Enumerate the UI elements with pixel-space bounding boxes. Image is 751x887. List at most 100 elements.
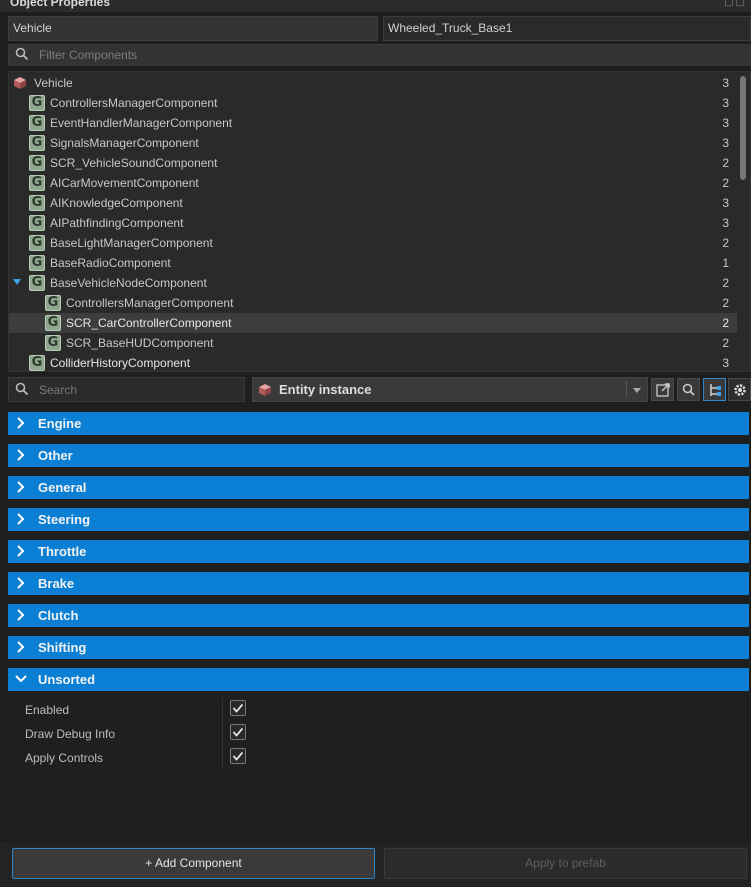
tree-item-label: SCR_BaseHUDComponent — [66, 336, 214, 350]
property-row-draw-debug-info: Draw Debug Info — [8, 721, 749, 745]
tree-item-label: ColliderHistoryComponent — [50, 356, 191, 370]
category-general[interactable]: General — [8, 476, 749, 499]
draw-debug-info-checkbox[interactable] — [230, 724, 246, 740]
tree-item-count: 2 — [722, 316, 729, 330]
category-label: Throttle — [38, 544, 87, 559]
property-row-enabled: Enabled — [8, 697, 749, 721]
chevron-right-icon — [17, 513, 25, 525]
category-label: Clutch — [38, 608, 79, 623]
tree-item-count: 3 — [722, 216, 729, 230]
apply-to-prefab-button[interactable]: Apply to prefab — [384, 848, 747, 879]
gear-icon — [734, 384, 746, 396]
hierarchy-view-button[interactable] — [703, 378, 726, 401]
component-g-icon: G — [45, 295, 61, 311]
tree-item[interactable]: G AIKnowledgeComponent 3 — [9, 193, 737, 213]
tree-item-count: 3 — [722, 356, 729, 370]
tree-item-label: SCR_VehicleSoundComponent — [50, 156, 218, 170]
tree-item[interactable]: G BaseRadioComponent 1 — [9, 253, 737, 273]
category-label: Engine — [38, 416, 82, 431]
tree-item[interactable]: G BaseLightManagerComponent 2 — [9, 233, 737, 253]
expand-arrow-icon[interactable] — [13, 279, 21, 285]
filter-components-input[interactable] — [39, 47, 639, 63]
entity-instance-dropdown[interactable]: Entity instance — [252, 377, 648, 402]
column-divider — [222, 721, 223, 745]
chevron-down-icon[interactable] — [633, 388, 641, 393]
component-g-icon: G — [29, 195, 45, 211]
property-label: Enabled — [25, 703, 70, 717]
tree-item[interactable]: G AICarMovementComponent 2 — [9, 173, 737, 193]
tree-item[interactable]: G AIPathfindingComponent 3 — [9, 213, 737, 233]
component-g-icon: G — [29, 95, 45, 111]
add-component-button[interactable]: + Add Component — [12, 848, 375, 879]
bottom-action-bar: + Add Component Apply to prefab — [0, 842, 751, 887]
tree-item[interactable]: G ColliderHistoryComponent 3 — [9, 353, 737, 371]
tree-item-label: BaseRadioComponent — [50, 256, 171, 270]
tree-item-count: 2 — [722, 296, 729, 310]
search-icon — [15, 382, 29, 399]
component-g-icon: G — [29, 115, 45, 131]
component-g-icon: G — [29, 235, 45, 251]
search-button[interactable] — [677, 378, 700, 401]
tree-item-expandable[interactable]: G BaseVehicleNodeComponent 2 — [9, 273, 737, 293]
property-search-box[interactable] — [8, 377, 245, 402]
tree-item-count: 2 — [722, 156, 729, 170]
enabled-checkbox[interactable] — [230, 700, 246, 716]
tree-item-selected[interactable]: G SCR_CarControllerComponent 2 — [9, 313, 737, 333]
tree-item-label: AICarMovementComponent — [50, 176, 199, 190]
hierarchy-icon — [710, 384, 721, 396]
filter-components-box[interactable] — [8, 44, 751, 66]
tree-item[interactable]: G SCR_BaseHUDComponent 2 — [9, 333, 737, 353]
tree-item-label: ControllersManagerComponent — [50, 96, 218, 110]
tree-item-label: AIPathfindingComponent — [50, 216, 184, 230]
component-g-icon: G — [45, 315, 61, 331]
column-divider — [222, 745, 223, 769]
property-search-input[interactable] — [39, 382, 229, 398]
apply-controls-checkbox[interactable] — [230, 748, 246, 764]
category-label: Unsorted — [38, 672, 96, 687]
entity-instance-label: Entity instance — [279, 382, 372, 397]
entity-type-field[interactable]: Vehicle — [8, 16, 378, 41]
category-brake[interactable]: Brake — [8, 572, 749, 595]
checkmark-icon — [232, 727, 244, 737]
tree-item[interactable]: G EventHandlerManagerComponent 3 — [9, 113, 737, 133]
component-g-icon: G — [29, 215, 45, 231]
category-engine[interactable]: Engine — [8, 412, 749, 435]
tree-item-count: 2 — [722, 276, 729, 290]
category-label: Other — [38, 448, 73, 463]
category-other[interactable]: Other — [8, 444, 749, 467]
category-steering[interactable]: Steering — [8, 508, 749, 531]
tree-item-vehicle[interactable]: Vehicle 3 — [9, 73, 737, 93]
open-external-button[interactable] — [651, 378, 674, 401]
tree-item-label: SCR_CarControllerComponent — [66, 316, 232, 330]
tree-item-label: Vehicle — [34, 76, 73, 90]
search-icon — [682, 383, 695, 396]
entity-name-field[interactable]: Wheeled_Truck_Base1 — [383, 16, 751, 41]
settings-button[interactable] — [728, 378, 751, 401]
chevron-right-icon — [17, 577, 25, 589]
category-clutch[interactable]: Clutch — [8, 604, 749, 627]
tree-item-count: 3 — [722, 96, 729, 110]
category-throttle[interactable]: Throttle — [8, 540, 749, 563]
category-shifting[interactable]: Shifting — [8, 636, 749, 659]
scrollbar-thumb[interactable] — [740, 76, 746, 180]
tree-item-count: 1 — [722, 256, 729, 270]
tree-item[interactable]: G SignalsManagerComponent 3 — [9, 133, 737, 153]
dropdown-divider — [626, 381, 627, 398]
component-g-icon: G — [45, 335, 61, 351]
component-g-icon: G — [29, 175, 45, 191]
component-g-icon: G — [29, 355, 45, 371]
tree-item-label: SignalsManagerComponent — [50, 136, 199, 150]
tree-item[interactable]: G SCR_VehicleSoundComponent 2 — [9, 153, 737, 173]
chevron-right-icon — [17, 545, 25, 557]
tree-item[interactable]: G ControllersManagerComponent 3 — [9, 93, 737, 113]
column-divider — [222, 697, 223, 721]
window-controls-icon[interactable]: ▢▢ — [724, 0, 747, 8]
tree-item-label: BaseLightManagerComponent — [50, 236, 213, 250]
property-label: Draw Debug Info — [25, 727, 116, 741]
tree-scrollbar[interactable] — [738, 74, 748, 370]
category-unsorted[interactable]: Unsorted — [8, 668, 749, 691]
window-titlebar: Object Properties ▢▢ — [0, 0, 751, 12]
tree-item-label: BaseVehicleNodeComponent — [50, 276, 207, 290]
component-g-icon: G — [29, 255, 45, 271]
tree-item[interactable]: G ControllersManagerComponent 2 — [9, 293, 737, 313]
